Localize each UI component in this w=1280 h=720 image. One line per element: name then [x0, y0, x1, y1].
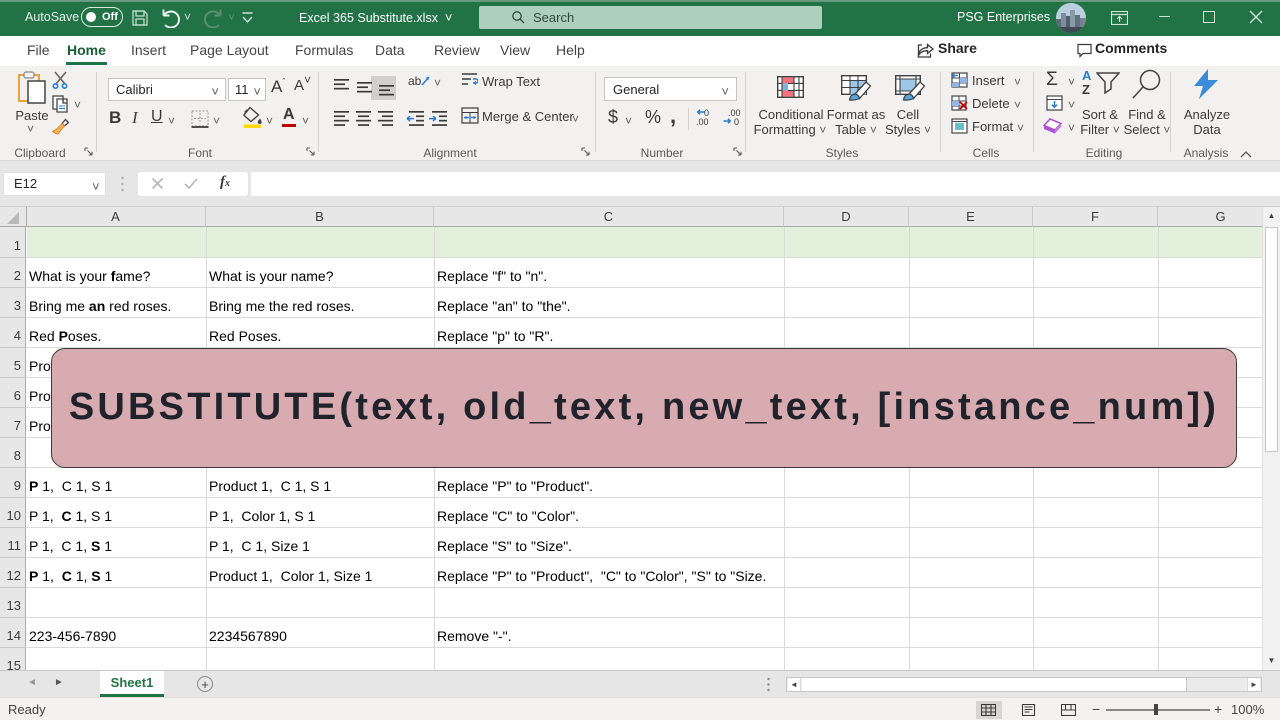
svg-text:.00: .00 — [696, 117, 709, 127]
svg-text:ab: ab — [408, 74, 422, 88]
svg-text:0: 0 — [734, 117, 739, 127]
